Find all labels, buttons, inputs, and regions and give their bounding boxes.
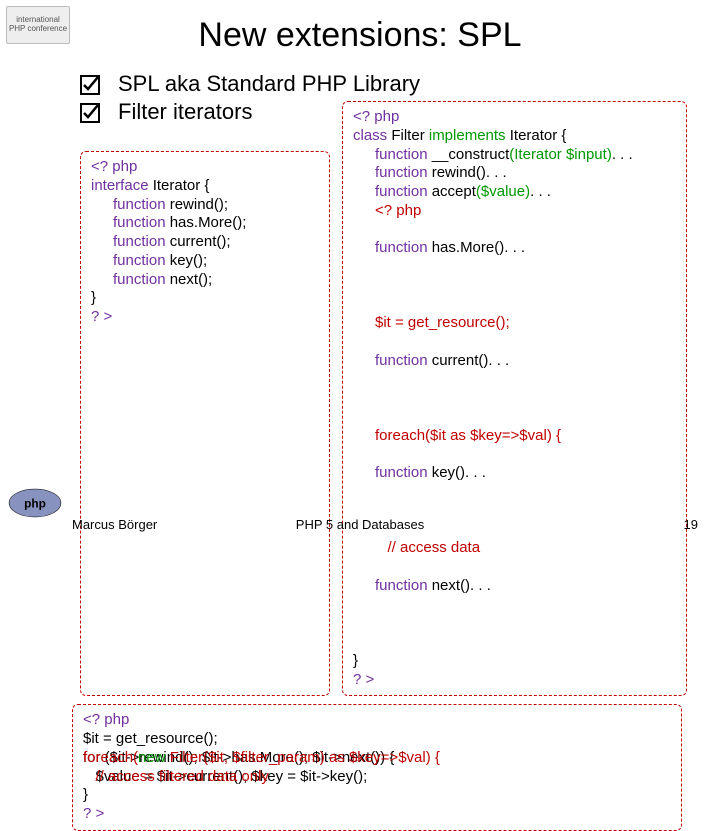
overlay-text: // access filtered data only	[83, 768, 269, 787]
code-line: <? php	[91, 158, 319, 177]
code-line: ? >	[83, 805, 671, 824]
overlay-text: <? php	[375, 202, 421, 221]
footer-author: Marcus Börger	[72, 517, 157, 532]
code-line: }	[353, 652, 676, 671]
footer: Marcus Börger PHP 5 and Databases 19	[0, 517, 720, 532]
overlapped-line: function current(). . . $it = get_resour…	[375, 314, 676, 427]
overlapped-line: function has.More(). . . <? php	[375, 202, 676, 315]
code-line: function has.More();	[113, 214, 319, 233]
ellipsis: . . .	[530, 183, 551, 200]
overlay-text: foreach(new Filter($it, $filter_param) a…	[83, 749, 440, 768]
ellipsis: . . .	[612, 146, 633, 163]
footer-title: PHP 5 and Databases	[296, 517, 424, 532]
code-line: <? php	[83, 711, 671, 730]
code-box-usage: <? php $it = get_resource(); for ($it->r…	[72, 704, 682, 831]
checkbox-checked-icon	[80, 75, 100, 95]
code-line: function key();	[113, 252, 319, 271]
page-number: 19	[684, 517, 698, 532]
params: (Iterator $input)	[509, 146, 612, 163]
keyword: implements	[429, 127, 506, 144]
code-line: function current();	[113, 233, 319, 252]
checkbox-checked-icon	[80, 103, 100, 123]
code-line: function rewind();	[113, 196, 319, 215]
overlay-text: foreach($it as $key=>$val) {	[375, 427, 561, 446]
overlapped-line: for ($it->rewind(); $it->has.More(); $it…	[83, 749, 671, 768]
code-line: function rewind(). . .	[375, 164, 676, 183]
bullet-text: SPL aka Standard PHP Library	[118, 71, 420, 97]
code-line: $it = get_resource();	[83, 730, 671, 749]
overlapped-line: function next(). . . // access data	[375, 539, 676, 652]
slide: international PHP conference New extensi…	[0, 0, 720, 540]
code-line: function __construct(Iterator $input). .…	[375, 146, 676, 165]
overlapped-line: $value = $it->current(); $key = $it->key…	[83, 768, 671, 787]
overlay-text: $it = get_resource();	[375, 314, 510, 333]
code-line: <? php	[353, 108, 676, 127]
php-logo-icon: php	[8, 486, 62, 520]
overlay-text: // access data	[375, 539, 480, 558]
code-line: ? >	[91, 308, 319, 327]
bullet-text: Filter iterators	[118, 99, 252, 125]
bullet-item: SPL aka Standard PHP Library	[80, 71, 698, 97]
svg-text:php: php	[24, 496, 46, 510]
code-line: }	[83, 786, 671, 805]
code-line: interface Iterator {	[91, 177, 319, 196]
code-line: function next();	[113, 271, 319, 290]
code-line: ? >	[353, 671, 676, 690]
code-line: function accept($value). . .	[375, 183, 676, 202]
code-line: }	[91, 289, 319, 308]
code-row: <? php interface Iterator { function rew…	[80, 131, 698, 696]
code-box-iterator-interface: <? php interface Iterator { function rew…	[80, 151, 330, 696]
slide-title: New extensions: SPL	[22, 16, 698, 55]
code-box-filter-class: <? php class Filter implements Iterator …	[342, 101, 687, 696]
code-line: class Filter implements Iterator {	[353, 127, 676, 146]
params: ($value)	[476, 183, 530, 200]
conference-logo: international PHP conference	[6, 6, 70, 44]
